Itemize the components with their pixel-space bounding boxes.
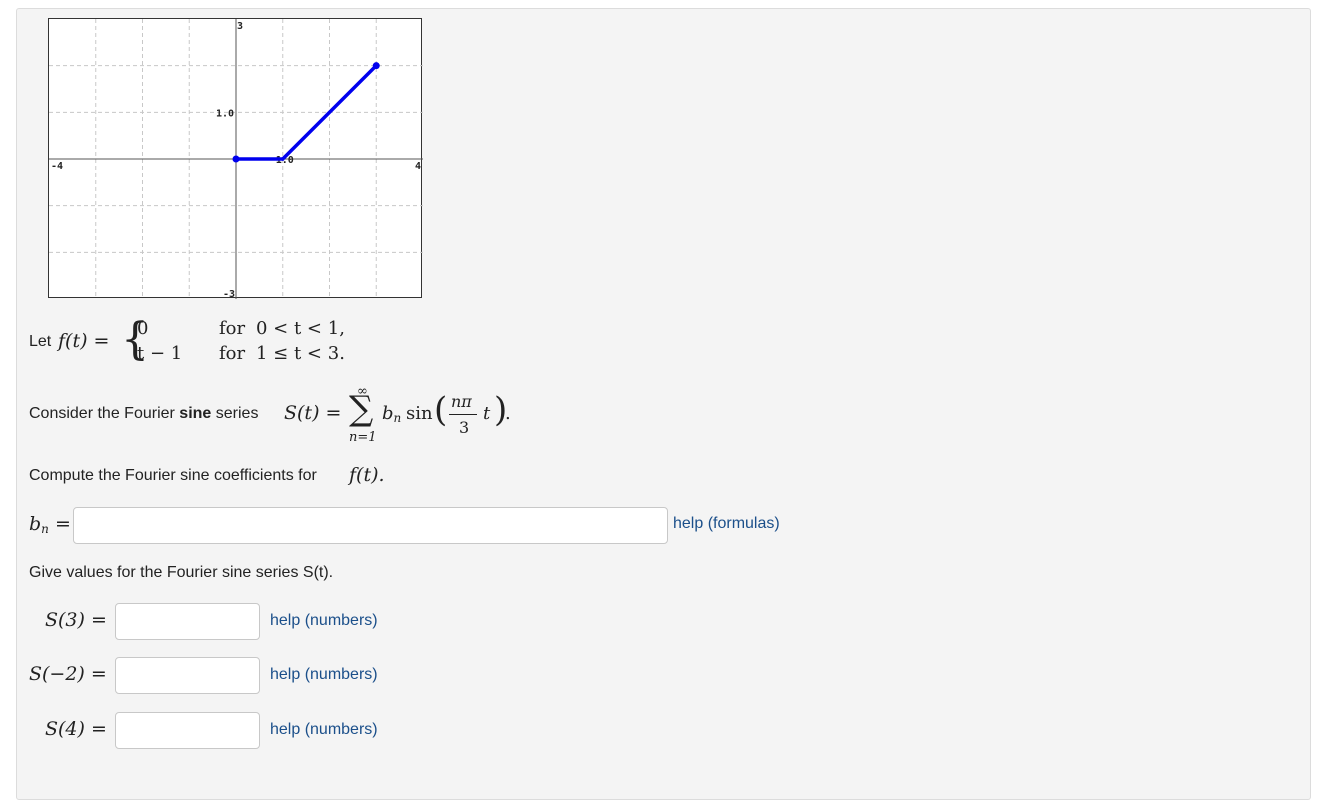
start-point [232, 155, 240, 163]
case2-for: for [219, 343, 246, 364]
left-paren: ( [434, 390, 448, 430]
s-neg2-label: S(−2) = [29, 663, 107, 685]
case1-for: for [219, 318, 246, 339]
case1-value: 0 [137, 318, 149, 339]
y-min-label: -3 [223, 289, 235, 299]
frac-denominator: 3 [459, 418, 470, 437]
graph-canvas: 31.01.0-4 4-3 [49, 19, 423, 299]
case2-cond: 1 ≤ t < 3. [256, 343, 345, 364]
series-lhs: S(t) = [284, 402, 342, 424]
series-sin: sin [406, 403, 433, 424]
series-b: bn [382, 403, 402, 425]
s3-help-link[interactable]: help (numbers) [270, 612, 378, 630]
x-max-label: 4 [415, 161, 421, 172]
f-lhs: f(t) = [58, 330, 110, 352]
consider-text: Consider the Fourier sine series [29, 405, 259, 422]
let-label: Let [29, 333, 52, 350]
function-graph: 3 1.0 1.0 -4 4 -3 [48, 18, 423, 299]
x-min-label: -4 [51, 161, 63, 172]
case2-value: t − 1 [137, 343, 183, 364]
s-neg2-input[interactable] [115, 657, 260, 694]
s4-help-link[interactable]: help (numbers) [270, 721, 378, 739]
give-values-text: Give values for the Fourier sine series … [29, 564, 334, 581]
s4-input[interactable] [115, 712, 260, 749]
s3-input[interactable] [115, 603, 260, 640]
series-period: . [505, 403, 511, 424]
bn-label: bn = [29, 513, 71, 536]
s-neg2-help-link[interactable]: help (numbers) [270, 666, 378, 684]
frac-numerator: nπ [451, 392, 472, 411]
y-tick-label: 1.0 [216, 108, 234, 119]
bn-input[interactable] [73, 507, 668, 544]
s4-label: S(4) = [45, 718, 107, 740]
case1-cond: 0 < t < 1, [256, 318, 345, 339]
sum-symbol: ∑ [349, 389, 374, 429]
end-point [372, 62, 380, 70]
y-max-label: 3 [237, 21, 243, 32]
compute-fx: f(t). [349, 464, 385, 486]
series-t: t [483, 403, 491, 424]
compute-text: Compute the Fourier sine coefficients fo… [29, 467, 317, 484]
sum-lower-limit: n=1 [349, 430, 377, 445]
frac-bar [449, 414, 477, 415]
s3-label: S(3) = [45, 609, 107, 631]
help-formulas-link[interactable]: help (formulas) [673, 515, 780, 533]
